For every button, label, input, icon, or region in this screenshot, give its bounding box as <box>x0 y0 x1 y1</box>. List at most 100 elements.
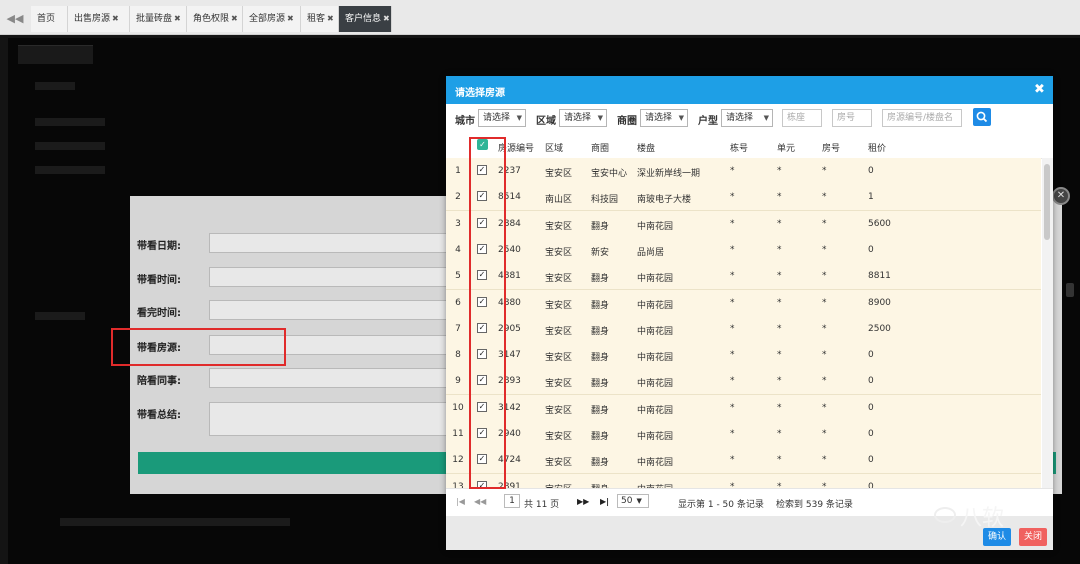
row-number: 8 <box>446 342 471 369</box>
row-number: 5 <box>446 263 471 290</box>
next-page-icon[interactable]: ▶▶ <box>577 497 589 506</box>
dialog-close-icon[interactable]: ✖ <box>1034 82 1045 97</box>
tab-label: 出售房源 <box>74 14 111 24</box>
cell-room: * <box>822 455 827 466</box>
page-size-value: 50 <box>621 496 633 506</box>
tab-0[interactable]: 首页 <box>31 6 68 32</box>
modal-close-circle-icon[interactable]: ✕ <box>1052 187 1070 205</box>
cell-estate: 中南花园 <box>637 326 674 337</box>
row-number: 9 <box>446 368 471 395</box>
grid-scrollbar[interactable] <box>1042 158 1053 488</box>
district-select[interactable]: 请选择 ▼ <box>559 109 607 127</box>
table-row[interactable]: 12 ✓ 4724 宝安区 翻身 中南花园 * * * 0 <box>446 447 1041 475</box>
page-text-ghost <box>35 82 75 90</box>
cell-district: 宝安区 <box>545 247 573 258</box>
row-number: 11 <box>446 421 471 447</box>
room-input[interactable]: 房号 <box>832 109 872 127</box>
row-number: 7 <box>446 315 471 342</box>
district-label: 区域 <box>536 116 556 127</box>
form-submit-bar[interactable] <box>138 452 450 474</box>
table-row[interactable]: 10 ✓ 3142 宝安区 翻身 中南花园 * * * 0 <box>446 394 1041 422</box>
table-row[interactable]: 6 ✓ 4880 宝安区 翻身 中南花园 * * * 8900 <box>446 289 1041 317</box>
form-field-input[interactable] <box>209 267 469 287</box>
cell-rent: 0 <box>868 429 874 439</box>
page-scroll-handle[interactable] <box>1066 283 1074 297</box>
area-select[interactable]: 请选择 ▼ <box>640 109 688 127</box>
tab-close-icon[interactable]: ✖ <box>112 14 119 23</box>
wechat-logo-icon <box>934 507 956 523</box>
tab-close-icon[interactable]: ✖ <box>231 14 238 23</box>
cell-room: * <box>822 218 827 229</box>
app-root: ◀◀ 首页 出售房源 ✖ 批量砖盘 ✖ 角色权限 ✖ 全部房源 ✖ 租客 ✖ 客户信息 ✖ 带看日期: 带… <box>0 0 1080 564</box>
table-row[interactable]: 2 ✓ 8514 南山区 科技园 南玻电子大楼 * * * 1 <box>446 184 1041 212</box>
page-number-input[interactable]: 1 <box>504 494 520 508</box>
summary-textarea[interactable] <box>209 402 469 436</box>
column-header[interactable]: 楼盘 <box>637 141 655 154</box>
form-field-input[interactable] <box>209 368 469 388</box>
cell-district: 宝安区 <box>545 169 573 179</box>
last-page-icon[interactable]: ▶| <box>600 497 609 506</box>
column-header[interactable]: 商圈 <box>591 141 609 154</box>
tab-close-icon[interactable]: ✖ <box>287 14 294 23</box>
cell-unit: * <box>777 218 782 229</box>
tab-close-icon[interactable]: ✖ <box>174 14 181 23</box>
building-input[interactable]: 栋座 <box>782 109 822 127</box>
prev-page-icon[interactable]: ◀◀ <box>474 497 486 506</box>
cell-room: * <box>822 323 827 334</box>
tab-4[interactable]: 全部房源 ✖ <box>243 6 301 32</box>
tab-label: 租客 <box>307 14 326 24</box>
cell-unit: * <box>777 323 782 334</box>
cell-estate: 中南花园 <box>637 274 674 285</box>
tab-5[interactable]: 租客 ✖ <box>301 6 339 32</box>
tab-label: 全部房源 <box>249 14 286 24</box>
cell-estate: 中南花园 <box>637 379 674 390</box>
close-button[interactable]: 关闭 <box>1019 528 1047 546</box>
cell-bldg: * <box>730 455 735 466</box>
table-row[interactable]: 4 ✓ 2540 宝安区 新安 品尚居 * * * 0 <box>446 236 1041 264</box>
form-field-input[interactable] <box>209 300 469 320</box>
table-row[interactable]: 11 ✓ 2940 宝安区 翻身 中南花园 * * * 0 <box>446 421 1041 448</box>
chevron-down-icon: ▼ <box>763 114 769 122</box>
column-header[interactable]: 租价 <box>868 141 886 154</box>
form-field-input[interactable] <box>209 233 469 253</box>
form-field-label: 带看日期: <box>137 241 181 252</box>
grid-scroll-thumb[interactable] <box>1044 164 1050 240</box>
table-row[interactable]: 3 ✓ 2884 宝安区 翻身 中南花园 * * * 5600 <box>446 210 1041 238</box>
column-header[interactable]: 房号 <box>822 141 840 154</box>
table-row[interactable]: 13✓2891宝安区翻身中南花园***0 <box>446 473 1041 489</box>
tab-close-icon[interactable]: ✖ <box>327 14 334 23</box>
tab-1[interactable]: 出售房源 ✖ <box>68 6 130 32</box>
property-select-dialog: 请选择房源 ✖ 城市 请选择 ▼ 区域 请选择 ▼ 商圈 请选择 ▼ 户型 请选择 ▼ … <box>446 76 1053 550</box>
cell-estate: 中南花园 <box>637 405 674 416</box>
column-header[interactable]: 单元 <box>777 141 795 154</box>
tab-scroll-left-button[interactable]: ◀◀ <box>0 6 30 32</box>
table-row[interactable]: 8 ✓ 3147 宝安区 翻身 中南花园 * * * 0 <box>446 342 1041 370</box>
table-row[interactable]: 9 ✓ 2893 宝安区 翻身 中南花园 * * * 0 <box>446 368 1041 396</box>
city-select[interactable]: 请选择 ▼ <box>478 109 526 127</box>
cell-rent: 5600 <box>868 218 891 229</box>
tab-bar: ◀◀ 首页 出售房源 ✖ 批量砖盘 ✖ 角色权限 ✖ 全部房源 ✖ 租客 ✖ 客户信息 ✖ <box>0 0 1080 35</box>
table-row[interactable]: 5 ✓ 4881 宝安区 翻身 中南花园 * * * 8811 <box>446 263 1041 291</box>
keyword-input[interactable]: 房源编号/楼盘名 <box>882 109 962 127</box>
cell-room: * <box>822 271 827 282</box>
page-subtab[interactable] <box>18 45 93 64</box>
first-page-icon[interactable]: |◀ <box>456 497 465 506</box>
search-button[interactable] <box>973 108 991 126</box>
chevron-down-icon: ▼ <box>597 114 603 122</box>
column-header[interactable]: 栋号 <box>730 141 748 154</box>
cell-estate: 中南花园 <box>637 432 674 442</box>
tab-close-icon[interactable]: ✖ <box>383 14 390 23</box>
tab-3[interactable]: 角色权限 ✖ <box>187 6 243 32</box>
table-row[interactable]: 1 ✓ 2237 宝安区 宝安中心 深业新岸线一期 * * * 0 <box>446 158 1041 185</box>
cell-room: * <box>822 402 827 413</box>
cell-district: 宝安区 <box>545 274 573 285</box>
table-row[interactable]: 7 ✓ 2905 宝安区 翻身 中南花园 * * * 2500 <box>446 315 1041 343</box>
tab-6[interactable]: 客户信息 ✖ <box>339 6 392 32</box>
cell-area: 翻身 <box>591 458 610 469</box>
tab-2[interactable]: 批量砖盘 ✖ <box>130 6 187 32</box>
cell-rent: 8811 <box>868 271 891 282</box>
page-size-select[interactable]: 50 ▼ <box>617 494 649 508</box>
cell-unit: * <box>777 297 782 308</box>
layout-select[interactable]: 请选择 ▼ <box>721 109 773 127</box>
column-header[interactable]: 区域 <box>545 141 563 154</box>
